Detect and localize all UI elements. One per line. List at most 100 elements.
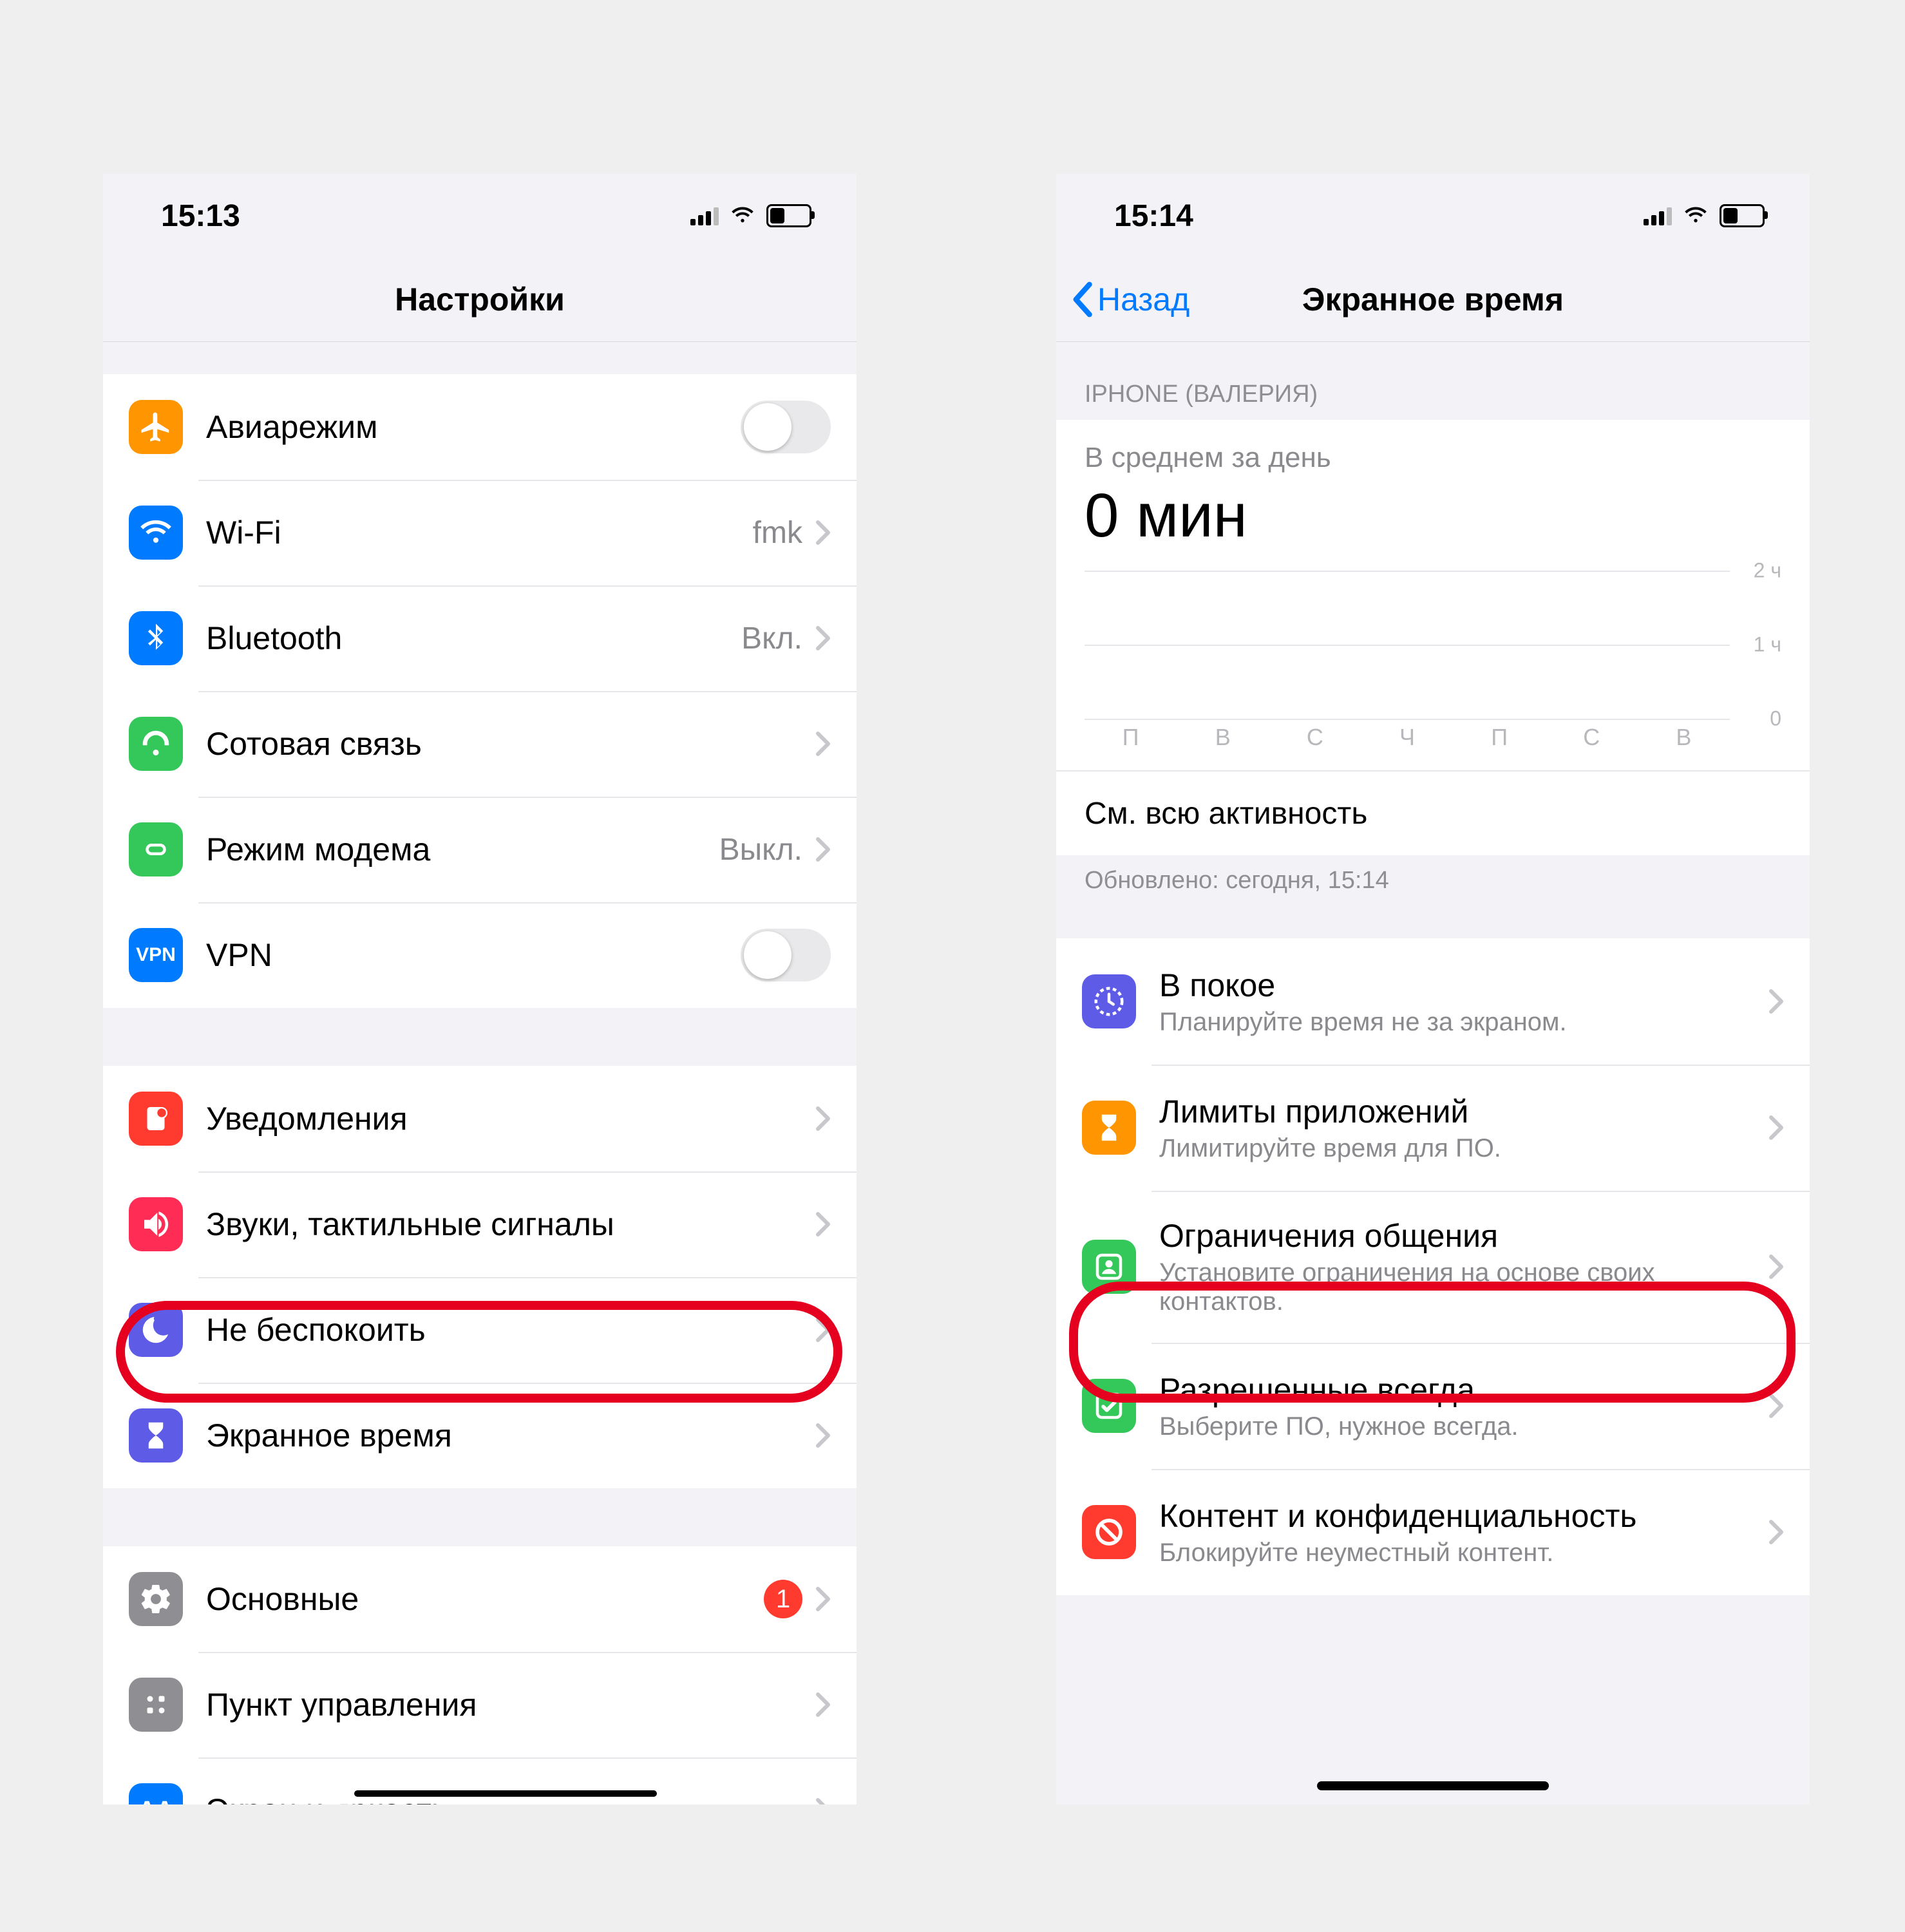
- row-label: Wi-Fi: [206, 514, 753, 551]
- control-center-icon: [129, 1678, 183, 1732]
- settings-group-general: Основные 1 Пункт управления AA Экран и я…: [103, 1546, 857, 1804]
- chevron-right-icon: [815, 1692, 831, 1718]
- row-commlimits[interactable]: Ограничения общения Установите ограничен…: [1056, 1191, 1810, 1343]
- check-icon: [1082, 1379, 1136, 1433]
- chevron-right-icon: [815, 1106, 831, 1132]
- wifi-icon: [1683, 204, 1708, 228]
- chart-days: ПВСЧПСВ: [1085, 724, 1730, 751]
- cellular-icon: [129, 717, 183, 771]
- chevron-right-icon: [1768, 1519, 1784, 1545]
- chevron-right-icon: [1768, 1115, 1784, 1141]
- row-always-allowed[interactable]: Разрешенные всегда Выберите ПО, нужное в…: [1056, 1343, 1810, 1469]
- row-value: Выкл.: [719, 832, 802, 867]
- chart-ylabel: 1 ч: [1754, 633, 1781, 657]
- chevron-right-icon: [1768, 989, 1784, 1014]
- row-label: Авиарежим: [206, 408, 741, 446]
- option-subtitle: Планируйте время не за экраном.: [1159, 1008, 1768, 1037]
- airplane-icon: [129, 400, 183, 454]
- row-label: Bluetooth: [206, 620, 741, 657]
- wifi-icon: [730, 204, 755, 228]
- row-label: Основные: [206, 1580, 764, 1618]
- row-label: Не беспокоить: [206, 1311, 815, 1349]
- phone-screentime: 15:14 Назад Экранное время IPHONE (ВАЛЕР…: [1056, 174, 1810, 1804]
- screentime-options: В покое Планируйте время не за экраном. …: [1056, 938, 1810, 1595]
- row-sounds[interactable]: Звуки, тактильные сигналы: [103, 1171, 857, 1277]
- dnd-icon: [129, 1303, 183, 1357]
- row-label: Сотовая связь: [206, 725, 815, 762]
- page-title: Экранное время: [1302, 281, 1564, 318]
- settings-group-network: Авиарежим Wi-Fi fmk Bluetooth Вкл.: [103, 374, 857, 1008]
- see-all-activity[interactable]: См. всю активность: [1085, 772, 1781, 855]
- section-header-device: IPHONE (ВАЛЕРИЯ): [1056, 342, 1810, 420]
- row-bluetooth[interactable]: Bluetooth Вкл.: [103, 585, 857, 691]
- row-value: Вкл.: [741, 621, 802, 656]
- row-wifi[interactable]: Wi-Fi fmk: [103, 480, 857, 585]
- chevron-right-icon: [1768, 1254, 1784, 1280]
- chevron-right-icon: [815, 837, 831, 862]
- option-subtitle: Лимитируйте время для ПО.: [1159, 1134, 1768, 1163]
- status-bar: 15:14: [1056, 174, 1810, 258]
- annotation-strike: [354, 1790, 657, 1797]
- hotspot-icon: [129, 822, 183, 876]
- chevron-right-icon: [815, 1797, 831, 1804]
- vpn-toggle[interactable]: [741, 929, 831, 981]
- option-title: Разрешенные всегда: [1159, 1371, 1768, 1408]
- status-time: 15:13: [161, 198, 240, 234]
- notifications-icon: [129, 1092, 183, 1146]
- status-bar: 15:13: [103, 174, 857, 258]
- gear-icon: [129, 1572, 183, 1626]
- row-dnd[interactable]: Не беспокоить: [103, 1277, 857, 1383]
- chevron-right-icon: [815, 1423, 831, 1448]
- option-title: Лимиты приложений: [1159, 1093, 1768, 1130]
- usage-chart: 2 ч 1 ч 0 ПВСЧПСВ: [1085, 571, 1781, 719]
- no-entry-icon: [1082, 1505, 1136, 1559]
- activity-label: См. всю активность: [1085, 796, 1781, 831]
- vpn-icon: VPN: [129, 928, 183, 982]
- row-vpn[interactable]: VPN VPN: [103, 902, 857, 1008]
- row-label: VPN: [206, 936, 741, 974]
- back-button[interactable]: Назад: [1070, 258, 1189, 341]
- screentime-summary-card: В среднем за день 0 мин 2 ч 1 ч 0 ПВСЧПС…: [1056, 420, 1810, 855]
- row-controlcenter[interactable]: Пункт управления: [103, 1652, 857, 1757]
- row-general[interactable]: Основные 1: [103, 1546, 857, 1652]
- row-value: fmk: [753, 515, 802, 551]
- page-title: Настройки: [395, 281, 565, 318]
- sounds-icon: [129, 1197, 183, 1251]
- row-content-privacy[interactable]: Контент и конфиденциальность Блокируйте …: [1056, 1469, 1810, 1595]
- chart-ylabel: 0: [1770, 707, 1781, 731]
- settings-group-notifications: Уведомления Звуки, тактильные сигналы Не…: [103, 1066, 857, 1488]
- row-hotspot[interactable]: Режим модема Выкл.: [103, 797, 857, 902]
- row-label: Пункт управления: [206, 1686, 815, 1723]
- row-notifications[interactable]: Уведомления: [103, 1066, 857, 1171]
- row-label: Звуки, тактильные сигналы: [206, 1206, 815, 1243]
- row-downtime[interactable]: В покое Планируйте время не за экраном.: [1056, 938, 1810, 1065]
- daily-average-value: 0 мин: [1085, 480, 1781, 551]
- hourglass-icon: [129, 1408, 183, 1463]
- option-title: Контент и конфиденциальность: [1159, 1497, 1768, 1535]
- home-indicator[interactable]: [1317, 1781, 1549, 1790]
- row-airplane[interactable]: Авиарежим: [103, 374, 857, 480]
- row-label: Экранное время: [206, 1417, 815, 1454]
- updated-footer: Обновлено: сегодня, 15:14: [1056, 855, 1810, 906]
- option-title: Ограничения общения: [1159, 1217, 1768, 1255]
- row-label: Уведомления: [206, 1100, 815, 1137]
- chevron-right-icon: [815, 520, 831, 545]
- option-subtitle: Установите ограничения на основе своих к…: [1159, 1258, 1768, 1316]
- chart-ylabel: 2 ч: [1754, 559, 1781, 583]
- battery-icon: [766, 204, 811, 227]
- row-applimits[interactable]: Лимиты приложений Лимитируйте время для …: [1056, 1065, 1810, 1191]
- chevron-right-icon: [815, 625, 831, 651]
- airplane-toggle[interactable]: [741, 401, 831, 453]
- row-cellular[interactable]: Сотовая связь: [103, 691, 857, 797]
- back-label: Назад: [1097, 281, 1189, 318]
- daily-average-label: В среднем за день: [1085, 442, 1781, 474]
- chevron-right-icon: [815, 731, 831, 757]
- row-display[interactable]: AA Экран и яркость: [103, 1757, 857, 1804]
- option-subtitle: Выберите ПО, нужное всегда.: [1159, 1412, 1768, 1441]
- downtime-icon: [1082, 974, 1136, 1028]
- cellular-signal-icon: [690, 206, 719, 225]
- row-screentime[interactable]: Экранное время: [103, 1383, 857, 1488]
- status-time: 15:14: [1114, 198, 1193, 234]
- cellular-signal-icon: [1644, 206, 1672, 225]
- hourglass-icon: [1082, 1101, 1136, 1155]
